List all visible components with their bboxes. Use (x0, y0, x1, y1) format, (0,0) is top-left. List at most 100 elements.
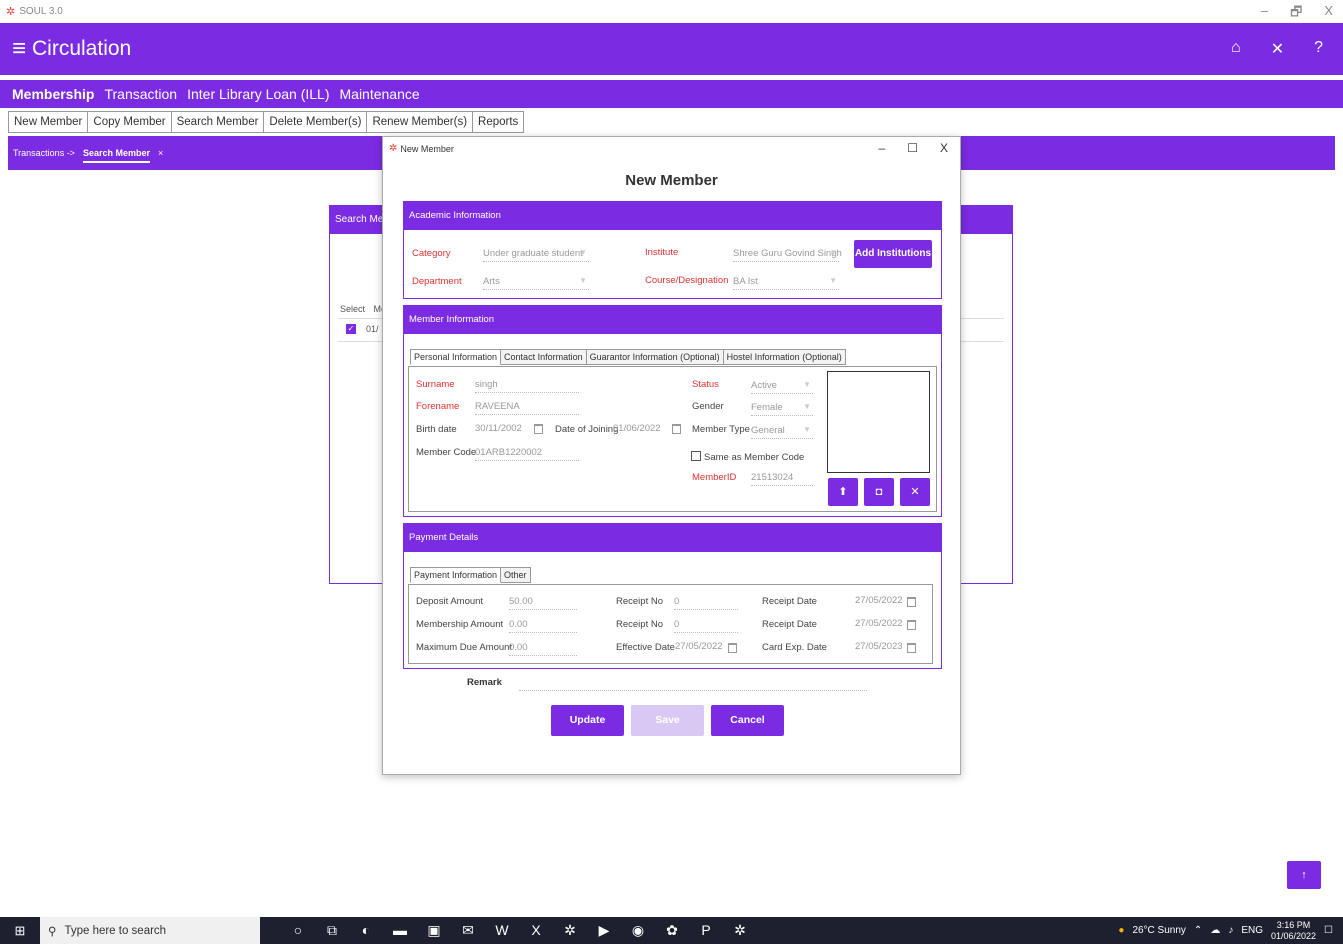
taskbar-search[interactable]: ⚲ Type here to search (40, 917, 260, 944)
receipt-date-input[interactable]: 27/05/2022 (855, 618, 903, 631)
chevron-down-icon: ▼ (803, 425, 811, 434)
breadcrumb-close-icon[interactable]: × (158, 148, 163, 158)
membership-amount-input[interactable]: 0.00 (509, 619, 577, 633)
dialog-close-icon[interactable]: X (940, 141, 948, 155)
soul-logo-icon: ✲ (389, 143, 398, 154)
media-icon[interactable]: ▶ (594, 922, 614, 939)
row-checkbox[interactable]: ✓ (346, 324, 356, 334)
file-explorer-icon[interactable]: ▬ (390, 922, 410, 939)
effective-date-input[interactable]: 27/05/2022 (675, 641, 723, 654)
joining-input[interactable]: 01/06/2022 (613, 423, 665, 436)
table-row[interactable]: ✓ 01/ (346, 324, 379, 334)
submenu-search-member[interactable]: Search Member (172, 112, 265, 132)
tab-contact-information[interactable]: Contact Information (501, 349, 587, 365)
deposit-input[interactable]: 50.00 (509, 596, 577, 610)
member-type-select[interactable]: General ▼ (751, 425, 813, 439)
tab-hostel-information[interactable]: Hostel Information (Optional) (723, 349, 846, 365)
volume-icon[interactable]: ♪ (1228, 925, 1233, 936)
cortana-icon[interactable]: ○ (288, 922, 308, 939)
calendar-icon[interactable] (672, 424, 681, 434)
scroll-top-button[interactable]: ↑ (1287, 861, 1321, 889)
task-view-icon[interactable]: ⧉ (322, 922, 342, 939)
submenu-new-member[interactable]: New Member (9, 112, 89, 132)
department-select[interactable]: Arts ▼ (483, 276, 589, 290)
home-icon[interactable]: ⌂ (1231, 39, 1241, 59)
window-controls: – 🗗 X (1261, 3, 1333, 25)
tab-payment-information[interactable]: Payment Information (410, 567, 502, 583)
tab-guarantor-information[interactable]: Guarantor Information (Optional) (586, 349, 724, 365)
same-as-code-checkbox[interactable] (691, 451, 701, 461)
powerpoint-icon[interactable]: P (696, 922, 716, 939)
tab-other[interactable]: Other (501, 567, 531, 583)
chevron-up-icon[interactable]: ⌃ (1194, 925, 1202, 936)
gender-select[interactable]: Female ▼ (751, 402, 813, 416)
remark-input[interactable] (519, 689, 867, 691)
dialog-minimize-icon[interactable]: – (879, 141, 886, 155)
receipt-no-input[interactable]: 0 (674, 619, 738, 633)
menu-transaction[interactable]: Transaction (104, 86, 177, 102)
breadcrumb-parent[interactable]: Transactions -> (13, 148, 75, 158)
soul-app-icon[interactable]: ✲ (560, 922, 580, 939)
language[interactable]: ENG (1241, 925, 1263, 936)
add-institutions-button[interactable]: Add Institutions (854, 240, 932, 268)
close-icon[interactable]: ✕ (1271, 39, 1284, 59)
calendar-icon[interactable] (907, 620, 916, 630)
edge-icon[interactable]: ◐ (356, 922, 376, 939)
menu-ill[interactable]: Inter Library Loan (ILL) (187, 86, 329, 102)
dialog-heading: New Member (625, 172, 718, 189)
surname-input[interactable]: singh (475, 379, 579, 393)
receipt-date-input[interactable]: 27/05/2022 (855, 595, 903, 608)
upload-photo-icon[interactable]: ⬆ (828, 478, 858, 506)
status-select[interactable]: Active ▼ (751, 380, 813, 394)
settings-icon[interactable]: ✿ (662, 922, 682, 939)
remove-photo-icon[interactable]: ✕ (900, 478, 930, 506)
category-select[interactable]: Under graduate student ▼ (483, 248, 589, 262)
submenu-delete-members[interactable]: Delete Member(s) (264, 112, 368, 132)
cancel-button[interactable]: Cancel (711, 705, 784, 736)
calendar-icon[interactable] (534, 424, 543, 434)
menu-maintenance[interactable]: Maintenance (340, 86, 420, 102)
chevron-down-icon: ▼ (579, 276, 587, 285)
clock[interactable]: 3:16 PM 01/06/2022 (1271, 920, 1316, 942)
help-icon[interactable]: ? (1314, 39, 1323, 59)
window-close-icon[interactable]: X (1324, 3, 1333, 25)
app-title: Circulation (32, 37, 132, 60)
hamburger-menu-icon[interactable]: ≡ (12, 37, 26, 61)
excel-icon[interactable]: X (526, 922, 546, 939)
calendar-icon[interactable] (907, 597, 916, 607)
update-button[interactable]: Update (551, 705, 624, 736)
tab-personal-information[interactable]: Personal Information (410, 349, 502, 365)
birthdate-input[interactable]: 30/11/2002 (475, 423, 527, 436)
card-exp-input[interactable]: 27/05/2023 (855, 641, 903, 654)
calendar-icon[interactable] (907, 643, 916, 653)
academic-section: Academic Information Category Under grad… (403, 201, 942, 299)
camera-icon[interactable]: ◘ (864, 478, 894, 506)
soul-active-icon[interactable]: ✲ (730, 922, 750, 939)
max-due-input[interactable]: 0.00 (509, 642, 577, 656)
forename-input[interactable]: RAVEENA (475, 401, 579, 415)
menu-membership[interactable]: Membership (12, 86, 94, 102)
network-icon[interactable]: ☁ (1210, 925, 1220, 936)
store-icon[interactable]: ▣ (424, 922, 444, 939)
windows-start-icon[interactable]: ⊞ (0, 923, 40, 939)
restore-icon[interactable]: 🗗 (1290, 3, 1302, 25)
submenu-renew-members[interactable]: Renew Member(s) (367, 112, 474, 132)
submenu-reports[interactable]: Reports (473, 112, 523, 132)
weather-text[interactable]: 26°C Sunny (1132, 925, 1185, 936)
institute-select[interactable]: Shree Guru Govind Singh ▼ (733, 248, 842, 262)
mail-icon[interactable]: ✉ (458, 922, 478, 939)
minimize-icon[interactable]: – (1261, 3, 1268, 25)
receipt-no-input[interactable]: 0 (674, 596, 738, 610)
gender-label: Gender (692, 401, 724, 412)
save-button[interactable]: Save (631, 705, 704, 736)
word-icon[interactable]: W (492, 922, 512, 939)
chrome-icon[interactable]: ◉ (628, 922, 648, 939)
dialog-maximize-icon[interactable]: ☐ (907, 141, 918, 155)
calendar-icon[interactable] (728, 643, 737, 653)
notifications-icon[interactable]: ☐ (1324, 925, 1333, 936)
memberid-input[interactable]: 21513024 (751, 472, 813, 486)
submenu-copy-member[interactable]: Copy Member (88, 112, 172, 132)
course-select[interactable]: BA Ist ▼ (733, 276, 839, 290)
member-code-input[interactable]: 01ARB1220002 (475, 447, 579, 461)
breadcrumb-active-tab[interactable]: Search Member (82, 143, 150, 163)
